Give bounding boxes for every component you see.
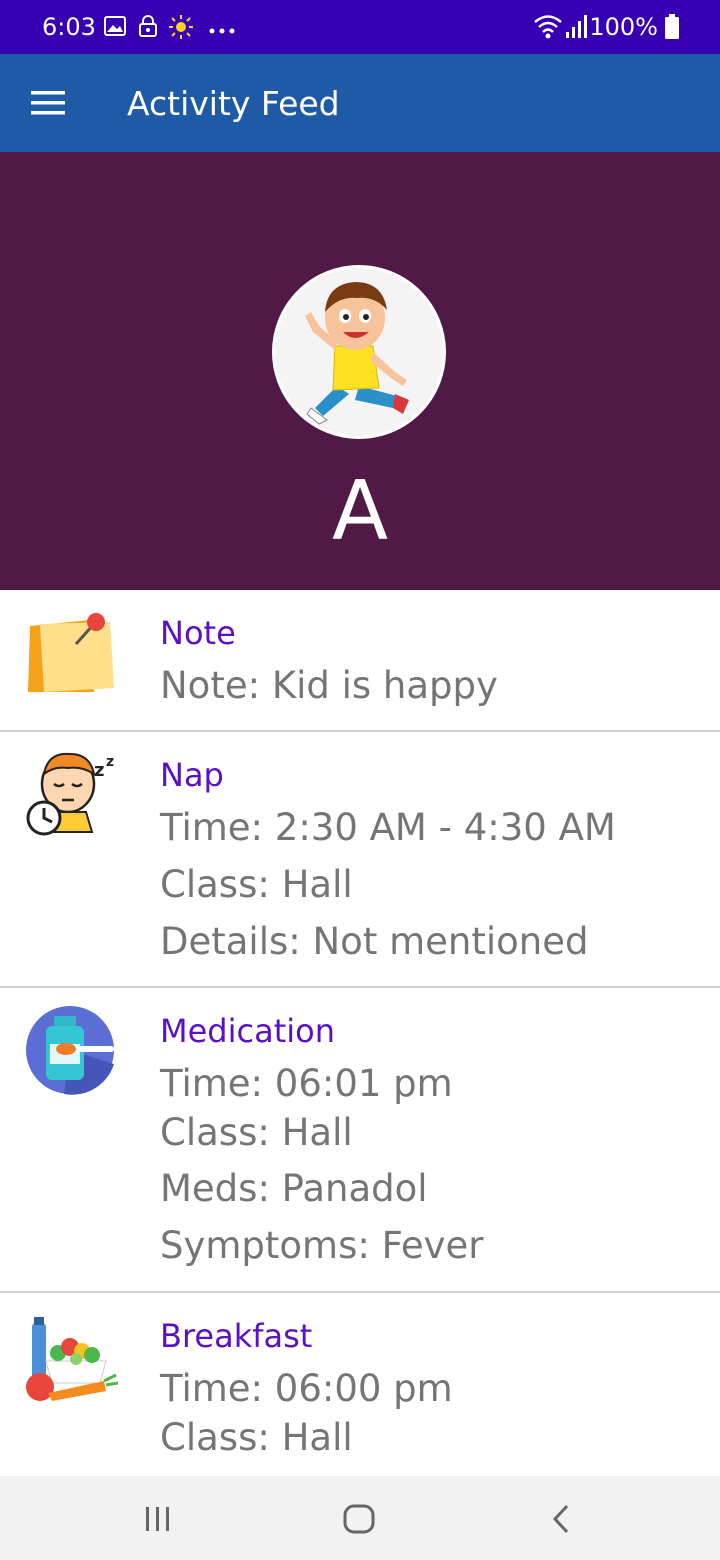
gallery-icon <box>103 14 127 43</box>
avatar[interactable] <box>272 265 446 439</box>
medication-icon <box>24 1004 118 1098</box>
feed-item-note[interactable]: Note Note: Kid is happy <box>0 590 720 732</box>
card-line: Note: Kid is happy <box>160 664 498 707</box>
feed-item-breakfast[interactable]: Breakfast Time: 06:00 pm Class: Hall <box>0 1293 720 1476</box>
lock-icon <box>136 14 160 43</box>
signal-icon <box>564 14 588 45</box>
recent-apps-icon <box>145 1506 171 1537</box>
battery-icon <box>664 14 680 45</box>
page-title: Activity Feed <box>127 84 340 123</box>
battery-percent: 100% <box>589 13 658 41</box>
card-line: Class: Hall <box>160 863 353 906</box>
card-line: Meds: Panadol <box>160 1167 428 1210</box>
app-bar: Activity Feed <box>0 54 720 152</box>
status-time: 6:03 <box>42 13 96 41</box>
home-icon <box>343 1504 375 1539</box>
card-line: Symptoms: Fever <box>160 1224 484 1267</box>
boy-cartoon-avatar <box>275 268 443 436</box>
breakfast-icon <box>24 1313 119 1407</box>
status-bar: 6:03 100% <box>0 0 720 54</box>
svg-text:z: z <box>106 754 114 770</box>
sticky-note-icon <box>24 608 118 702</box>
card-line: Class: Hall <box>160 1416 353 1459</box>
nap-icon: z z <box>24 746 118 840</box>
feed-item-medication[interactable]: Medication Time: 06:01 pm Class: Hall Me… <box>0 988 720 1293</box>
recent-apps-button[interactable] <box>127 1490 187 1546</box>
more-dots-icon <box>209 22 235 40</box>
card-title: Nap <box>160 756 224 794</box>
card-line: Time: 06:00 pm <box>160 1367 453 1410</box>
card-line: Class: Hall <box>160 1111 353 1154</box>
feed-item-nap[interactable]: z z Nap Time: 2:30 AM - 4:30 AM Class: H… <box>0 732 720 988</box>
svg-text:z: z <box>94 760 104 781</box>
card-line: Time: 06:01 pm <box>160 1062 453 1105</box>
profile-header: A <box>0 152 720 590</box>
card-title: Note <box>160 614 236 652</box>
system-nav-bar <box>0 1476 720 1560</box>
back-icon <box>551 1504 571 1539</box>
child-initial: A <box>331 464 389 559</box>
back-button[interactable] <box>531 1490 591 1546</box>
menu-button[interactable] <box>18 76 80 130</box>
home-button[interactable] <box>329 1490 389 1546</box>
card-line: Time: 2:30 AM - 4:30 AM <box>160 806 616 849</box>
brightness-icon <box>168 14 194 45</box>
card-line: Details: Not mentioned <box>160 920 589 963</box>
wifi-icon <box>533 14 563 45</box>
card-title: Medication <box>160 1012 335 1050</box>
card-title: Breakfast <box>160 1317 313 1355</box>
hamburger-menu-icon <box>31 90 67 121</box>
